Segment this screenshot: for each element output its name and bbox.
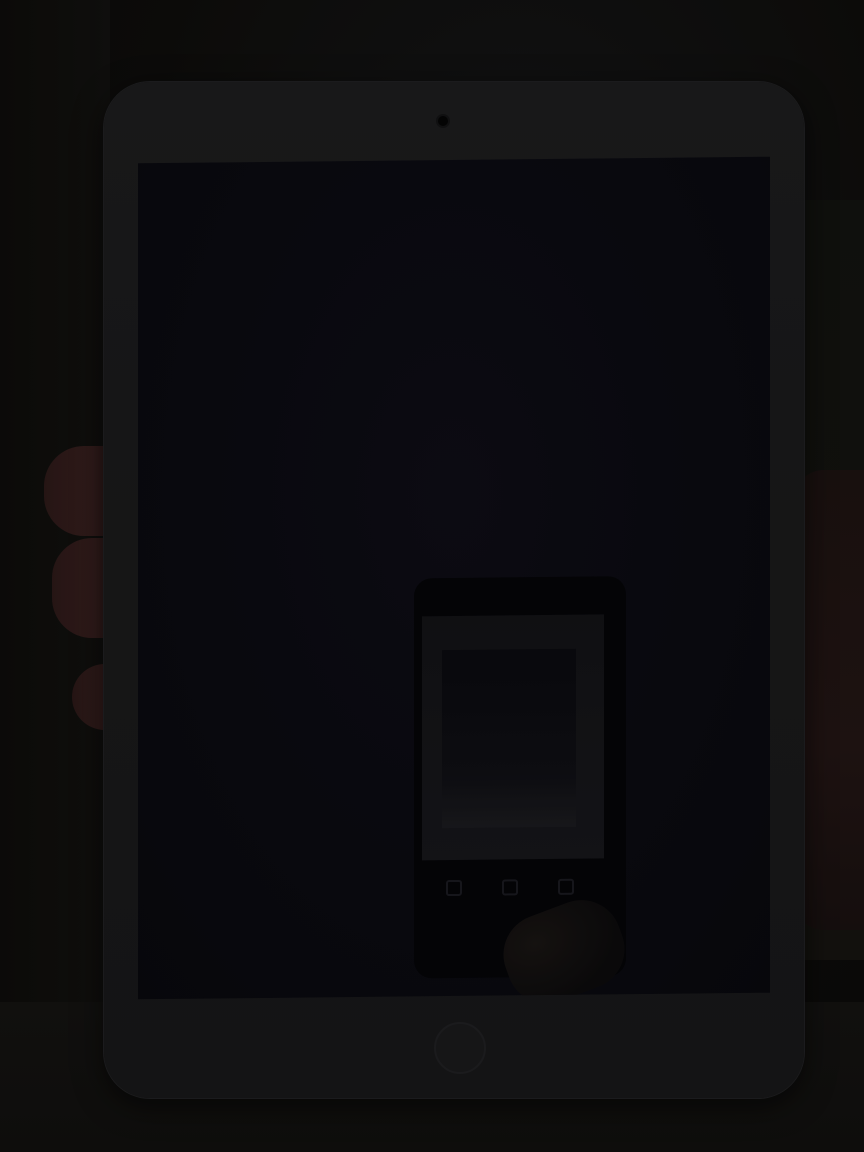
phone-reflection [414,576,636,1000]
photo-scene [0,0,864,1152]
back-icon [446,879,462,897]
background-cloth [794,470,864,930]
home-icon [502,879,518,896]
front-camera [438,116,448,126]
home-button[interactable] [434,1022,486,1074]
recent-apps-icon [558,878,574,895]
reflected-phone-display [442,648,576,829]
tablet-screen-off [138,156,770,1000]
tablet-device [104,82,804,1098]
